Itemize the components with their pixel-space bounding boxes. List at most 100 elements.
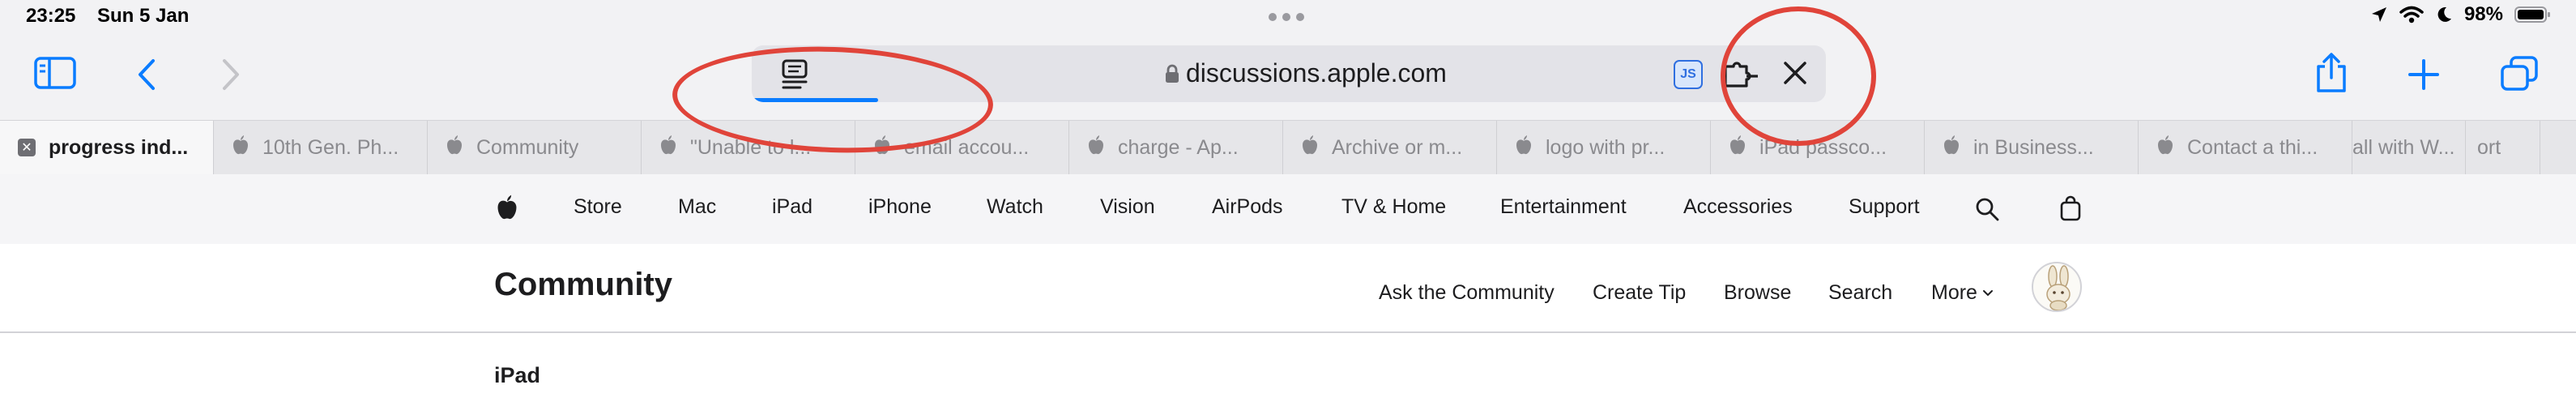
more-menu-button[interactable]: More (1931, 281, 1994, 305)
tabs-overview-icon (2501, 56, 2538, 91)
apple-logo-icon (232, 135, 249, 161)
chevron-down-icon (1982, 289, 1993, 296)
share-button[interactable] (2314, 52, 2349, 94)
nav-store[interactable]: Store (574, 195, 622, 219)
tab-10th-gen[interactable]: 10th Gen. Ph... (214, 121, 428, 174)
url-text: discussions.apple.com (1186, 58, 1447, 88)
battery-percentage: 98% (2463, 3, 2503, 25)
tab-all-with[interactable]: all with W... (2352, 121, 2466, 174)
address-bar[interactable]: discussions.apple.com JS (752, 45, 1826, 102)
community-header: Community Ask the Community Create Tip B… (0, 244, 2576, 333)
apple-logo-icon (1943, 135, 1960, 161)
apple-logo-icon (659, 135, 677, 161)
community-title[interactable]: Community (494, 267, 672, 303)
tab-close-icon[interactable]: ✕ (18, 139, 36, 156)
link-search[interactable]: Search (1828, 281, 1892, 305)
tab-support[interactable]: ort (2466, 121, 2540, 174)
nav-entertainment[interactable]: Entertainment (1500, 195, 1627, 219)
battery-icon (2514, 6, 2550, 23)
tab-logo-with[interactable]: logo with pr... (1497, 121, 1711, 174)
tab-label: email accou... (904, 135, 1030, 159)
apple-logo-icon[interactable] (496, 194, 518, 225)
new-tab-button[interactable] (2408, 58, 2440, 91)
tab-strip: ✕ progress ind... 10th Gen. Ph... Commun… (0, 120, 2576, 174)
nav-support[interactable]: Support (1849, 195, 1920, 219)
tab-label: Contact a thi... (2187, 135, 2318, 159)
moon-icon (2437, 6, 2451, 22)
url-display[interactable]: discussions.apple.com (1165, 58, 1447, 88)
share-icon (2317, 53, 2346, 92)
apple-logo-icon (873, 135, 891, 161)
shopping-bag-icon[interactable] (2059, 195, 2082, 225)
tab-email-account[interactable]: email accou... (855, 121, 1069, 174)
breadcrumb-ipad[interactable]: iPad (494, 363, 540, 388)
nav-mac[interactable]: Mac (678, 195, 716, 219)
tab-label: Archive or m... (1332, 135, 1463, 159)
tab-charge[interactable]: charge - Ap... (1069, 121, 1283, 174)
lock-icon (1166, 64, 1179, 83)
multitasking-dots-icon[interactable] (1269, 13, 1304, 21)
apple-logo-icon (2156, 135, 2174, 161)
status-date: Sun 5 Jan (97, 5, 190, 27)
puzzle-extension-icon (1724, 62, 1758, 88)
js-extension-button[interactable]: JS (1674, 60, 1703, 89)
tab-label: 10th Gen. Ph... (262, 135, 399, 159)
tab-label: in Business... (1973, 135, 2094, 159)
tab-label: ort (2477, 135, 2501, 159)
nav-ipad[interactable]: iPad (772, 195, 812, 219)
link-create-tip[interactable]: Create Tip (1593, 281, 1686, 305)
forward-button[interactable] (220, 58, 241, 91)
status-time: 23:25 (26, 5, 76, 27)
tab-ipad-passcode[interactable]: iPad passco... (1711, 121, 1925, 174)
apple-global-nav: Store Mac iPad iPhone Watch Vision AirPo… (0, 174, 2576, 244)
nav-accessories[interactable]: Accessories (1683, 195, 1793, 219)
search-icon[interactable] (1975, 197, 1999, 225)
tab-unable-to[interactable]: "Unable to l... (642, 121, 855, 174)
user-avatar[interactable] (2032, 262, 2082, 312)
tab-label: all with W... (2352, 135, 2455, 159)
nav-iphone[interactable]: iPhone (868, 195, 932, 219)
tab-archive[interactable]: Archive or m... (1283, 121, 1497, 174)
reader-mode-button[interactable] (781, 58, 808, 95)
sidebar-toggle-button[interactable] (34, 57, 76, 89)
reader-icon (782, 59, 808, 89)
extensions-button[interactable] (1722, 58, 1761, 95)
apple-logo-icon (446, 135, 463, 161)
apple-logo-icon (1515, 135, 1533, 161)
browser-chrome: 23:25 Sun 5 Jan 98% discussions.apple.co… (0, 0, 2576, 174)
more-label: More (1931, 281, 1977, 304)
rabbit-avatar-icon (2046, 265, 2071, 310)
tab-label: Community (476, 135, 579, 159)
status-indicators: 98% (2370, 3, 2552, 26)
nav-watch[interactable]: Watch (987, 195, 1043, 219)
tab-overflow-edge (2540, 121, 2576, 174)
tab-label: "Unable to l... (690, 135, 812, 159)
tab-label: progress ind... (49, 135, 189, 159)
apple-logo-icon (1729, 135, 1746, 161)
sidebar-icon (34, 57, 76, 89)
page-load-progress-bar (752, 98, 879, 102)
nav-airpods[interactable]: AirPods (1212, 195, 1283, 219)
tab-contact-a-third[interactable]: Contact a thi... (2139, 121, 2352, 174)
tab-progress-indicator[interactable]: ✕ progress ind... (0, 121, 214, 174)
link-browse[interactable]: Browse (1724, 281, 1791, 305)
back-chevron-icon (139, 59, 155, 90)
apple-logo-icon (1087, 135, 1105, 161)
tab-label: iPad passco... (1759, 135, 1887, 159)
tab-in-business[interactable]: in Business... (1925, 121, 2139, 174)
apple-logo-icon (1301, 135, 1319, 161)
link-ask-the-community[interactable]: Ask the Community (1379, 281, 1555, 305)
nav-vision[interactable]: Vision (1100, 195, 1155, 219)
wifi-icon (2399, 6, 2424, 24)
stop-loading-button[interactable] (1781, 58, 1810, 92)
back-button[interactable] (136, 58, 157, 91)
tab-community[interactable]: Community (428, 121, 642, 174)
location-arrow-icon (2371, 7, 2386, 22)
tabs-overview-button[interactable] (2500, 55, 2539, 92)
tab-label: charge - Ap... (1118, 135, 1239, 159)
close-icon (1784, 62, 1806, 84)
plus-icon (2408, 59, 2439, 90)
tab-label: logo with pr... (1546, 135, 1665, 159)
forward-chevron-icon (223, 59, 239, 90)
nav-tv-home[interactable]: TV & Home (1341, 195, 1446, 219)
